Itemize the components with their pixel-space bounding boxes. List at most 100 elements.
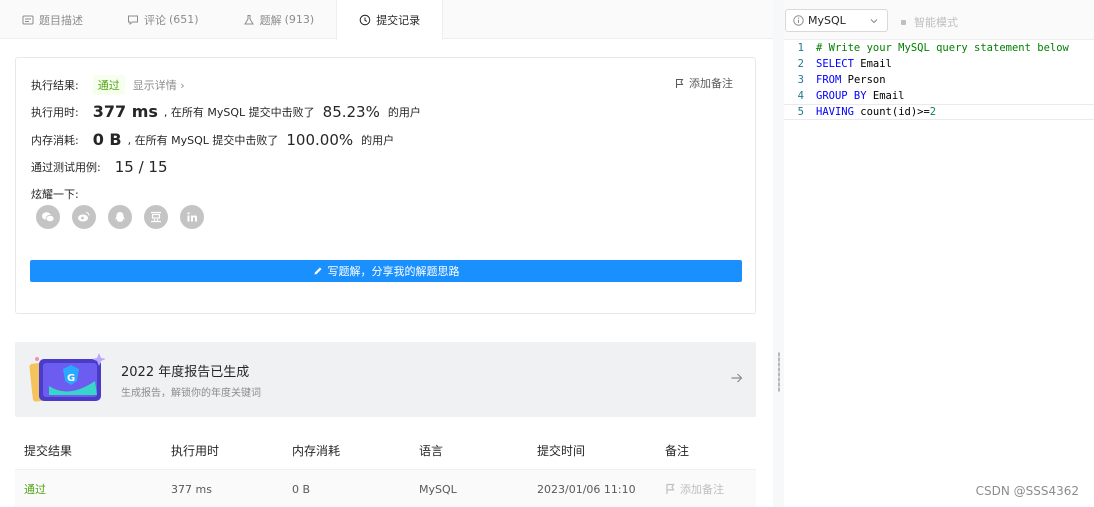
document-icon: [22, 14, 34, 26]
result-label: 执行结果:: [31, 79, 79, 92]
code-token: FROM: [816, 74, 842, 86]
write-solution-button[interactable]: 写题解，分享我的解题思路: [30, 260, 742, 282]
cell-runtime: 377 ms: [171, 482, 212, 496]
line-number: 3: [797, 74, 804, 86]
line-number: 1: [797, 42, 804, 54]
code-line[interactable]: 2 SELECT Email: [784, 56, 1094, 72]
tests-value: 15 / 15: [114, 158, 168, 176]
language-select[interactable]: MySQL: [785, 9, 888, 32]
memory-percent: 100.00%: [286, 130, 354, 149]
editor-toolbar: MySQL 智能模式: [784, 0, 1094, 40]
add-note-cell-button[interactable]: 添加备注: [665, 481, 724, 497]
result-card: 执行结果: 通过 显示详情 › 添加备注 执行用时: 377 ms , 在所有 …: [15, 57, 756, 314]
flag-icon: [675, 78, 685, 89]
code-token: Email: [853, 58, 892, 70]
code-token: 2: [929, 106, 937, 118]
line-number: 2: [797, 58, 804, 70]
code-token: # Write your MySQL query statement below: [816, 42, 1069, 54]
code-token: SELECT: [816, 58, 854, 70]
linkedin-icon[interactable]: [180, 205, 204, 229]
show-details-link[interactable]: 显示详情 ›: [133, 77, 185, 93]
tab-description[interactable]: 题目描述: [0, 0, 105, 39]
tab-count: (651): [169, 13, 199, 26]
language-value: MySQL: [808, 14, 846, 27]
line-number: 4: [797, 90, 804, 102]
left-pane: 题目描述 评论 (651) 题解 (913) 提交记录 执行结果: 通过 显示详…: [0, 0, 773, 507]
code-line[interactable]: 5 HAVING count(id)>= 2: [784, 104, 1094, 120]
code-line[interactable]: 3 FROM Person: [784, 72, 1094, 88]
pane-resize-handle[interactable]: [773, 0, 784, 507]
tests-label: 通过测试用例:: [31, 161, 101, 174]
share-row-label: 炫耀一下:: [31, 186, 79, 202]
chevron-down-icon: [870, 15, 878, 24]
code-token: Person: [841, 74, 886, 86]
runtime-value: 377 ms: [92, 102, 158, 121]
code-line[interactable]: 1 # Write your MySQL query statement belo…: [784, 40, 1094, 56]
runtime-percent: 85.23%: [322, 102, 380, 121]
qq-icon[interactable]: [108, 205, 132, 229]
share-buttons: [36, 205, 216, 229]
runtime-suffix: 的用户: [387, 105, 421, 119]
runtime-row: 执行用时: 377 ms , 在所有 MySQL 提交中击败了 85.23% 的…: [31, 102, 421, 121]
wechat-icon[interactable]: [36, 205, 60, 229]
code-line[interactable]: 4 GROUP BY Email: [784, 88, 1094, 104]
code-token: count(id)>=: [853, 106, 930, 118]
submissions-table: 提交结果 执行用时 内存消耗 语言 提交时间 备注 通过 377 ms 0 B …: [15, 432, 756, 507]
code-editor[interactable]: 1 # Write your MySQL query statement belo…: [784, 40, 1094, 120]
tab-comments[interactable]: 评论 (651): [105, 0, 221, 39]
col-result: 提交结果: [24, 444, 73, 458]
pencil-icon: [313, 266, 323, 276]
weibo-icon[interactable]: [72, 205, 96, 229]
col-runtime: 执行用时: [171, 444, 220, 458]
clock-icon: [359, 14, 371, 26]
editor-pane: MySQL 智能模式 1 # Write your MySQL query sta…: [784, 0, 1094, 507]
tab-label: 题目描述: [39, 13, 83, 27]
cell-result[interactable]: 通过: [24, 481, 46, 497]
table-header: 提交结果 执行用时 内存消耗 语言 提交时间 备注: [15, 432, 756, 470]
code-token: GROUP BY: [816, 90, 867, 102]
watermark: CSDN @SSS4362: [975, 484, 1079, 498]
cell-language: MySQL: [419, 482, 457, 496]
line-number: 5: [797, 106, 804, 118]
flask-icon: [243, 14, 255, 26]
runtime-label: 执行用时:: [31, 105, 79, 119]
annual-report-illustration: G: [29, 351, 106, 406]
memory-label: 内存消耗:: [31, 133, 79, 147]
smart-mode-icon: [901, 19, 906, 25]
douban-icon[interactable]: [144, 205, 168, 229]
memory-beats-text: , 在所有 MySQL 提交中击败了: [127, 133, 279, 147]
status-badge: 通过: [92, 75, 125, 95]
svg-text:G: G: [67, 373, 75, 384]
col-time: 提交时间: [537, 444, 586, 458]
memory-suffix: 的用户: [361, 133, 395, 147]
memory-value: 0 B: [92, 130, 122, 149]
table-row[interactable]: 通过 377 ms 0 B MySQL 2023/01/06 11:10 添加备…: [15, 470, 756, 507]
info-icon: [793, 15, 804, 26]
tab-count: (913): [284, 13, 315, 26]
cell-note: 添加备注: [680, 483, 724, 496]
flag-icon: [665, 483, 676, 495]
runtime-beats-text: , 在所有 MySQL 提交中击败了: [163, 105, 315, 119]
code-token: Email: [866, 90, 905, 102]
banner-subtitle: 生成报告，解锁你的年度关键词: [121, 388, 261, 399]
tab-bar: 题目描述 评论 (651) 题解 (913) 提交记录: [0, 0, 773, 40]
tab-solutions[interactable]: 题解 (913): [221, 0, 337, 39]
memory-row: 内存消耗: 0 B , 在所有 MySQL 提交中击败了 100.00% 的用户: [31, 130, 394, 149]
tab-label: 题解: [259, 13, 282, 27]
cell-memory: 0 B: [292, 482, 311, 496]
col-note: 备注: [665, 444, 690, 458]
app-root: 题目描述 评论 (651) 题解 (913) 提交记录 执行结果: 通过 显示详…: [0, 0, 1094, 507]
tests-row: 通过测试用例: 15 / 15: [31, 158, 173, 176]
tab-submissions[interactable]: 提交记录: [336, 0, 444, 40]
comment-icon: [127, 14, 139, 26]
write-solution-label: 写题解，分享我的解题思路: [327, 265, 460, 278]
add-note-button[interactable]: 添加备注: [675, 75, 733, 91]
result-row: 执行结果: 通过 显示详情 ›: [31, 75, 185, 95]
code-token: HAVING: [816, 106, 854, 118]
drag-handle-icon: [778, 352, 780, 392]
smart-mode-toggle[interactable]: 智能模式: [901, 14, 958, 30]
arrow-right-icon[interactable]: [730, 371, 744, 385]
annual-report-banner[interactable]: G 2022 年度报告已生成 生成报告，解锁你的年度关键词: [15, 342, 756, 417]
cell-time: 2023/01/06 11:10: [537, 482, 636, 496]
add-note-label: 添加备注: [689, 77, 733, 90]
